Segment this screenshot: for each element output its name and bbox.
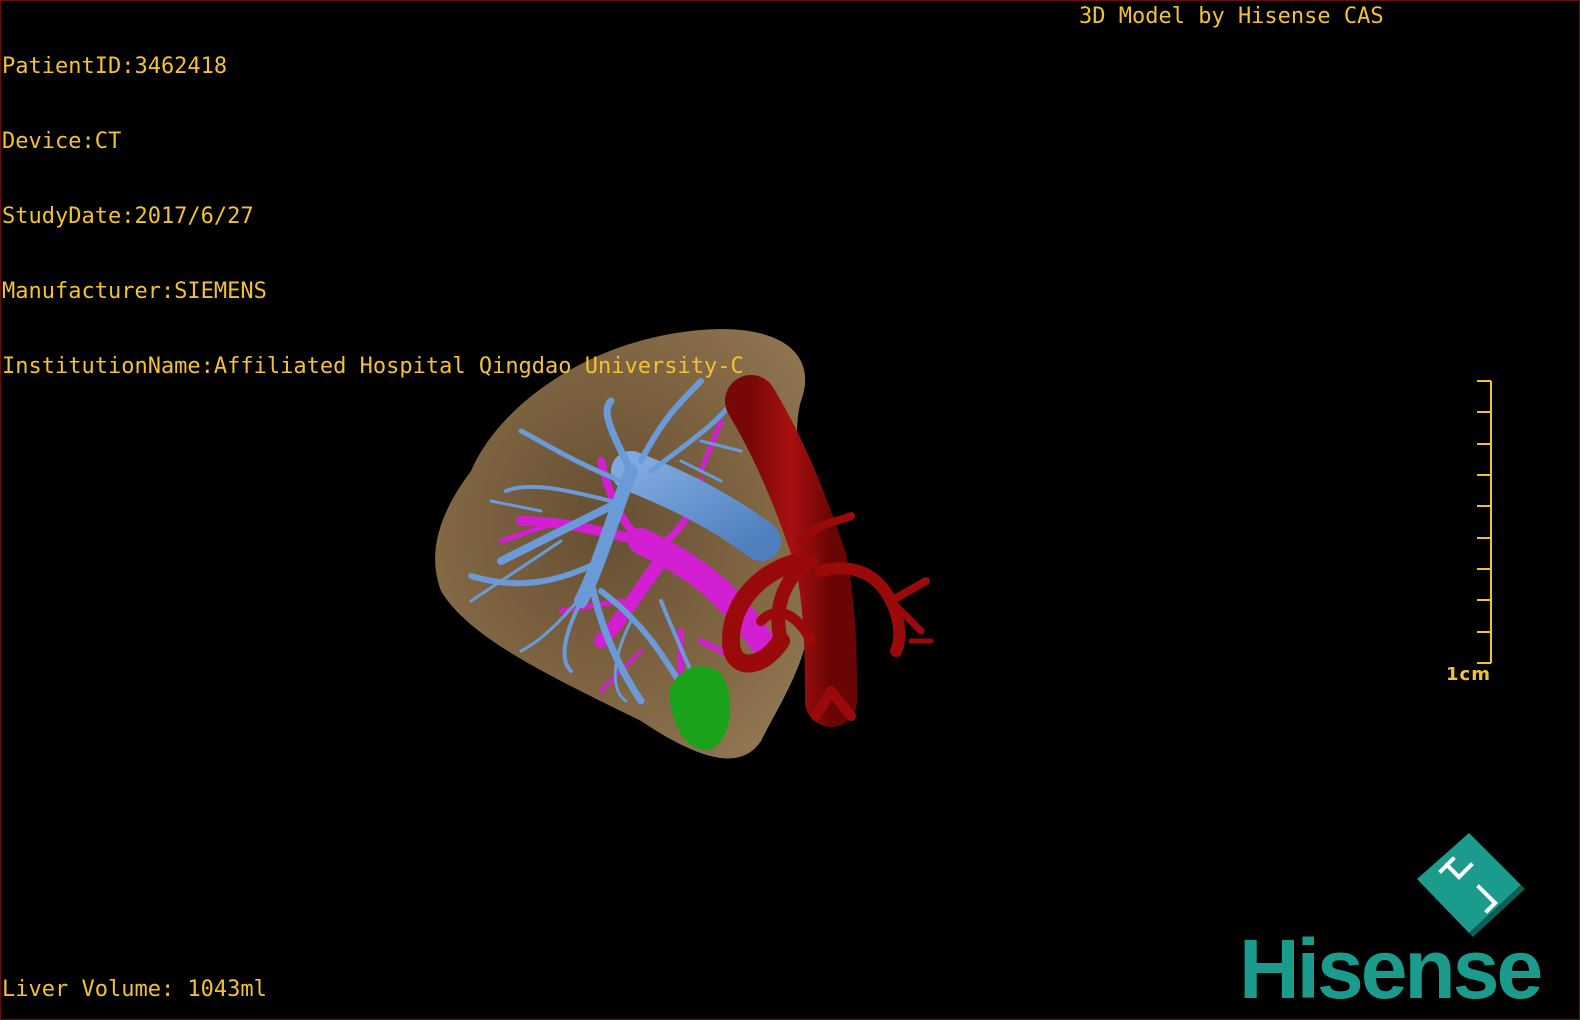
patient-id: PatientID:3462418 — [2, 54, 228, 79]
liver-volume: Liver Volume: 1043ml — [2, 977, 267, 1002]
brand-name: Hisense — [1239, 922, 1543, 1016]
scale-bar — [1477, 380, 1492, 664]
study-date: StudyDate:2017/6/27 — [2, 204, 254, 229]
device: Device:CT — [2, 129, 122, 154]
model-credit: 3D Model by Hisense CAS — [1079, 4, 1384, 29]
scale-label: 1cm — [1446, 664, 1491, 685]
institution-name: InstitutionName:Affiliated Hospital Qing… — [2, 354, 744, 379]
dicom-info-overlay: PatientID:3462418 Device:CT StudyDate:20… — [2, 4, 744, 429]
manufacturer: Manufacturer:SIEMENS — [2, 279, 267, 304]
3d-viewport[interactable]: PatientID:3462418 Device:CT StudyDate:20… — [0, 0, 1580, 1020]
